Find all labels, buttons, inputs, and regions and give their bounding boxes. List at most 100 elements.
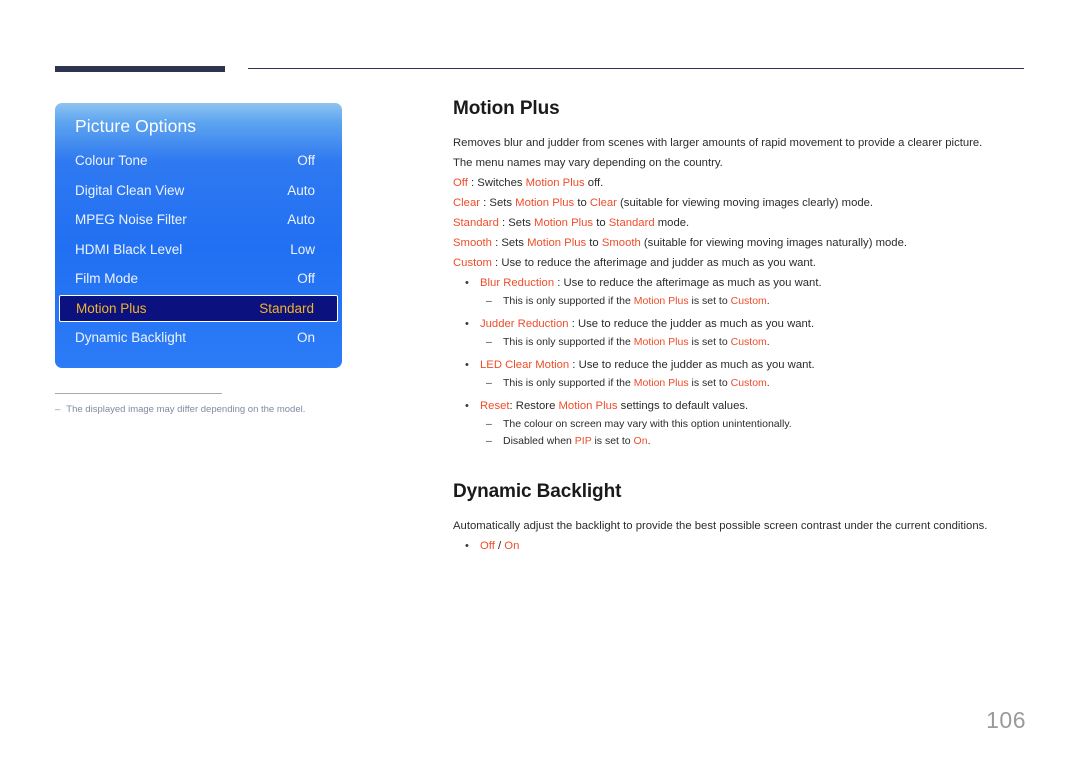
led-clear-motion-term: LED Clear Motion <box>480 359 570 371</box>
mode-smooth-tail: (suitable for viewing moving images natu… <box>640 237 908 249</box>
osd-item-label: Motion Plus <box>76 300 147 316</box>
mode-clear-mid2: to <box>574 197 590 209</box>
footnote-dash: – <box>55 404 61 415</box>
mode-smooth-line: Smooth : Sets Motion Plus to Smooth (sui… <box>453 233 1028 253</box>
content-column: Motion Plus Removes blur and judder from… <box>453 97 1028 556</box>
mode-custom-term: Custom <box>453 257 492 269</box>
osd-item-label: Dynamic Backlight <box>75 330 187 346</box>
mode-smooth-value: Smooth <box>601 237 641 249</box>
mode-smooth-mid: : Sets <box>491 237 528 249</box>
judder-reduction-term: Judder Reduction <box>480 318 569 330</box>
osd-item-dynamic-backlight[interactable]: Dynamic Backlight On <box>55 323 342 353</box>
mode-standard-line: Standard : Sets Motion Plus to Standard … <box>453 213 1028 233</box>
note-mid: is set to <box>688 377 731 389</box>
list-item-led-clear-motion-note: This is only supported if the Motion Plu… <box>453 375 1028 392</box>
note-pre: This is only supported if the <box>503 295 634 307</box>
option-separator: / <box>494 540 505 552</box>
osd-item-value: Auto <box>287 212 315 228</box>
mode-standard-value: Standard <box>608 217 655 229</box>
motion-plus-intro-line-2: The menu names may vary depending on the… <box>453 157 723 169</box>
osd-item-digital-clean-view[interactable]: Digital Clean View Auto <box>55 176 342 206</box>
mode-clear-term: Clear <box>453 197 480 209</box>
osd-item-label: Digital Clean View <box>75 182 185 198</box>
header-rule-thin <box>248 68 1024 70</box>
reset-term: Reset <box>480 400 510 412</box>
manual-page: Picture Options Colour Tone Off Digital … <box>0 0 1080 763</box>
osd-item-value: On <box>296 330 315 346</box>
list-item-led-clear-motion: LED Clear Motion : Use to reduce the jud… <box>453 355 1028 375</box>
blur-reduction-term: Blur Reduction <box>480 277 555 289</box>
motion-plus-ref: Motion Plus <box>633 377 689 389</box>
list-item-reset-note-2: Disabled when PIP is set to On. <box>453 433 1028 450</box>
osd-item-value: Off <box>297 153 315 169</box>
mode-standard-term: Standard <box>453 217 499 229</box>
motion-plus-intro-line-1: Removes blur and judder from scenes with… <box>453 137 983 149</box>
list-item-judder-reduction: Judder Reduction : Use to reduce the jud… <box>453 314 1028 334</box>
dynamic-backlight-options-list: Off / On <box>453 536 1028 556</box>
footnote: – The displayed image may differ dependi… <box>55 403 385 417</box>
note-value: On <box>633 435 648 447</box>
motion-plus-ref: Motion Plus <box>534 217 594 229</box>
note-tail: . <box>766 336 770 348</box>
mode-smooth-mid2: to <box>586 237 602 249</box>
note-pre: This is only supported if the <box>503 336 634 348</box>
motion-plus-ref: Motion Plus <box>527 237 587 249</box>
note-pre: Disabled when <box>503 435 575 447</box>
osd-item-value: Auto <box>287 182 315 198</box>
mode-off-term: Off <box>453 177 468 189</box>
led-clear-motion-tail: : Use to reduce the judder as much as yo… <box>569 359 815 371</box>
osd-item-value: Off <box>297 271 315 287</box>
option-off: Off <box>480 540 495 552</box>
note-pre: This is only supported if the <box>503 377 634 389</box>
option-on: On <box>504 540 520 552</box>
osd-menu-list: Colour Tone Off Digital Clean View Auto … <box>55 146 342 352</box>
osd-item-label: HDMI Black Level <box>75 241 183 257</box>
osd-item-colour-tone[interactable]: Colour Tone Off <box>55 146 342 176</box>
list-item-reset-note-1: The colour on screen may vary with this … <box>453 416 1028 433</box>
page-title-motion-plus: Motion Plus <box>453 98 560 119</box>
osd-item-mpeg-noise-filter[interactable]: MPEG Noise Filter Auto <box>55 205 342 235</box>
note-value: Custom <box>730 295 767 307</box>
osd-item-value: Low <box>290 241 315 257</box>
note-mid: is set to <box>688 336 731 348</box>
list-item-blur-reduction: Blur Reduction : Use to reduce the after… <box>453 273 1028 293</box>
mode-standard-mid2: to <box>593 217 609 229</box>
page-title-dynamic-backlight: Dynamic Backlight <box>453 481 622 502</box>
osd-title: Picture Options <box>75 116 197 136</box>
osd-picture-options-panel: Picture Options Colour Tone Off Digital … <box>55 103 342 368</box>
motion-plus-ref: Motion Plus <box>633 295 689 307</box>
motion-plus-ref: Motion Plus <box>558 400 618 412</box>
reset-tail: settings to default values. <box>617 400 749 412</box>
list-item-dynamic-backlight-options: Off / On <box>453 536 1028 556</box>
mode-off-tail: off. <box>584 177 604 189</box>
blur-reduction-tail: : Use to reduce the afterimage as much a… <box>554 277 822 289</box>
page-number: 106 <box>986 707 1026 733</box>
mode-standard-tail: mode. <box>654 217 690 229</box>
mode-custom-line: Custom : Use to reduce the afterimage an… <box>453 253 1028 273</box>
osd-item-value: Standard <box>259 300 314 316</box>
note-value: Custom <box>730 336 767 348</box>
mode-standard-mid: : Sets <box>498 217 535 229</box>
osd-item-film-mode[interactable]: Film Mode Off <box>55 264 342 294</box>
mode-smooth-term: Smooth <box>453 237 492 249</box>
note-pre: The colour on screen may vary with this … <box>503 418 792 430</box>
osd-item-hdmi-black-level[interactable]: HDMI Black Level Low <box>55 235 342 265</box>
note-tail: . <box>766 377 770 389</box>
footnote-text: The displayed image may differ depending… <box>66 404 306 415</box>
pip-ref: PIP <box>574 435 592 447</box>
mode-clear-line: Clear : Sets Motion Plus to Clear (suita… <box>453 193 1028 213</box>
footnote-divider <box>55 393 222 394</box>
note-mid: is set to <box>591 435 634 447</box>
motion-plus-ref: Motion Plus <box>525 177 585 189</box>
osd-item-label: Colour Tone <box>75 153 148 169</box>
motion-plus-ref: Motion Plus <box>515 197 575 209</box>
osd-item-label: MPEG Noise Filter <box>75 212 187 228</box>
mode-clear-tail: (suitable for viewing moving images clea… <box>616 197 874 209</box>
osd-item-motion-plus[interactable]: Motion Plus Standard <box>59 294 338 322</box>
list-item-judder-reduction-note: This is only supported if the Motion Plu… <box>453 334 1028 351</box>
note-mid: is set to <box>688 295 731 307</box>
mode-off-mid: : Switches <box>467 177 526 189</box>
header-rule-thick <box>55 66 225 72</box>
list-item-blur-reduction-note: This is only supported if the Motion Plu… <box>453 293 1028 310</box>
motion-plus-ref: Motion Plus <box>633 336 689 348</box>
